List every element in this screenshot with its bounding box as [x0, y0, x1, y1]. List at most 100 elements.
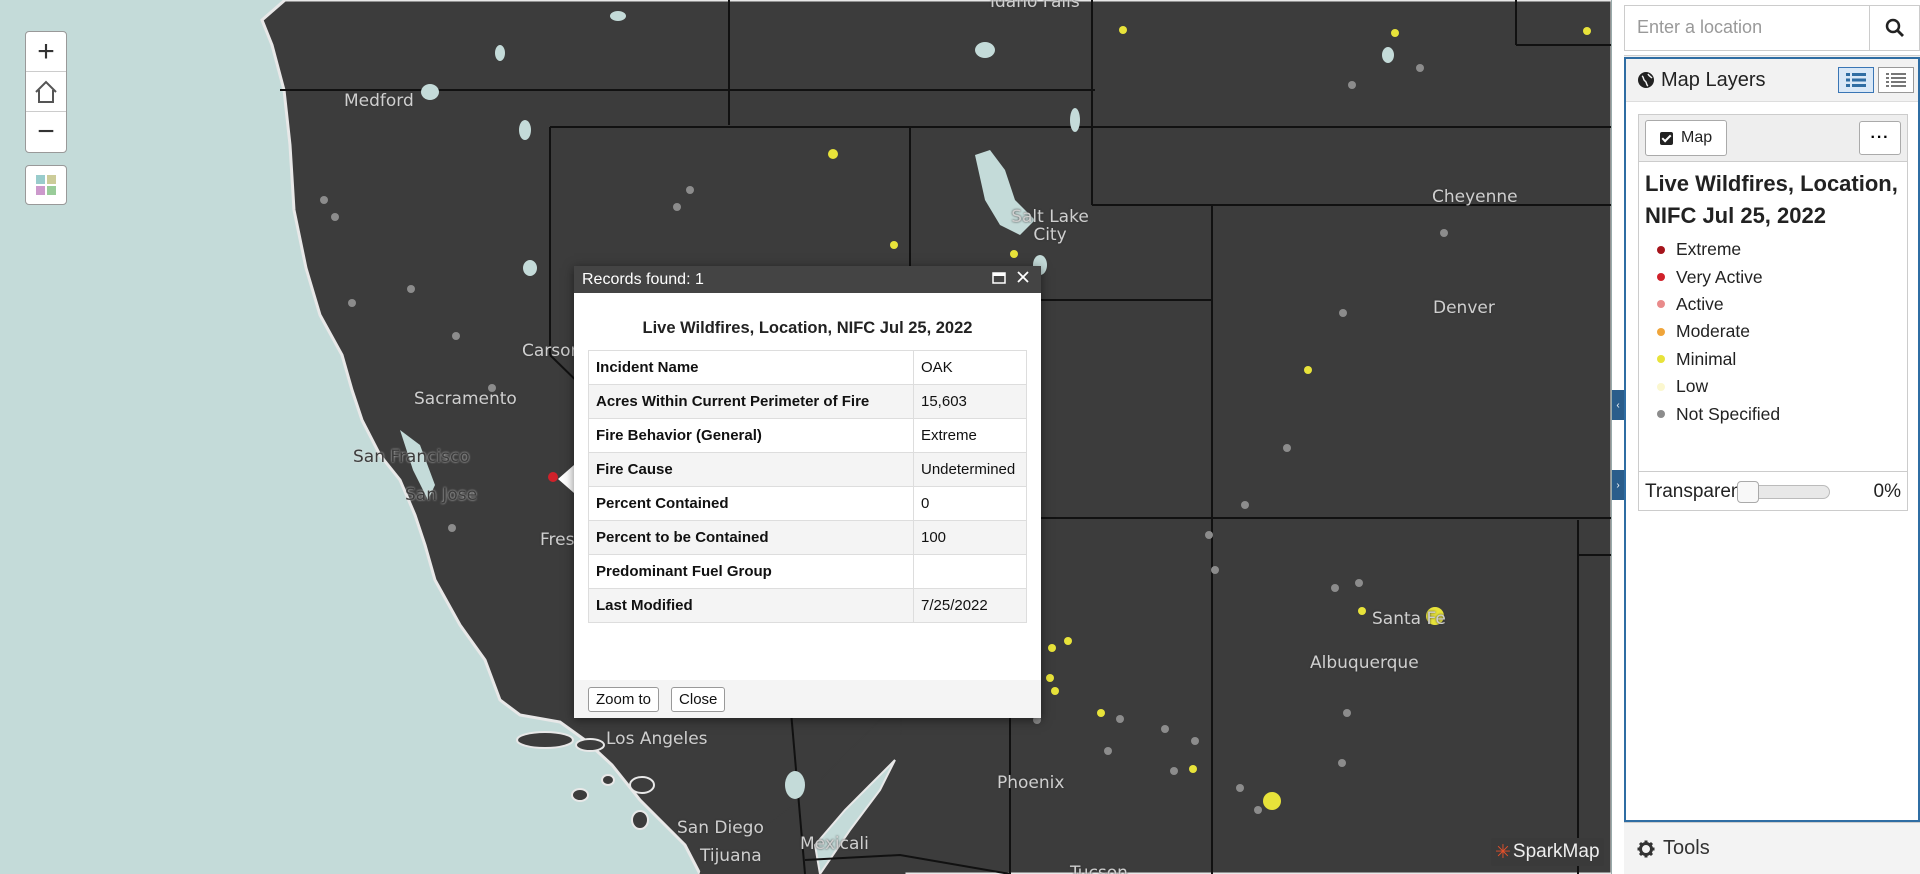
- city-label: Carson: [522, 341, 582, 361]
- checkbox-checked-icon: [1660, 131, 1673, 145]
- gear-icon: [1637, 840, 1655, 857]
- feature-popup: Records found: 1 Live Wildfires, Locatio…: [574, 266, 1041, 718]
- map-toggle-label: Map: [1681, 129, 1713, 146]
- transparency-control: Transparency 0%: [1639, 471, 1907, 511]
- records-found-label: Records found: 1: [582, 270, 704, 288]
- zoom-out-button[interactable]: −: [26, 112, 66, 152]
- expand-panel-tab[interactable]: ›: [1612, 470, 1624, 500]
- compact-view-button[interactable]: [1878, 67, 1914, 93]
- attribute-value: 0: [913, 486, 1027, 521]
- maximize-icon: [992, 271, 1006, 284]
- sparkmap-star-icon: ✳: [1495, 841, 1511, 863]
- city-label: Mexicali: [800, 834, 869, 854]
- zoom-to-button[interactable]: Zoom to: [588, 686, 660, 712]
- city-label: Albuquerque: [1310, 653, 1419, 673]
- map-layers-panel: Map Layers Map ··· Live Wildfires, Locat…: [1624, 57, 1920, 822]
- city-label: Los Angeles: [606, 729, 708, 749]
- popup-heading: Live Wildfires, Location, NIFC Jul 25, 2…: [642, 319, 973, 337]
- legend-label: Active: [1676, 293, 1724, 314]
- transparency-label: Transparency: [1645, 480, 1740, 502]
- table-row: Predominant Fuel Group: [588, 554, 1027, 589]
- collapse-panel-tab[interactable]: ‹: [1612, 390, 1624, 420]
- city-label: Idaho Falls: [990, 0, 1080, 12]
- attribute-value: 15,603: [913, 384, 1027, 419]
- table-row: Incident Name OAK: [588, 350, 1027, 385]
- city-label: Medford: [344, 91, 414, 111]
- legend-swatch: [1657, 410, 1665, 419]
- layer-card-toolbar: Map ···: [1639, 115, 1907, 162]
- city-label: Denver: [1433, 298, 1495, 318]
- app-root: Medford Sacramento San Francisco San Jos…: [0, 0, 1920, 874]
- popup-header: Records found: 1: [574, 266, 1041, 293]
- layer-card: Map ··· Live Wildfires, Location, NIFC J…: [1638, 114, 1908, 511]
- legend-label: Very Active: [1676, 266, 1763, 287]
- attribute-name: Last Modified: [588, 588, 914, 623]
- zoom-in-button[interactable]: +: [26, 32, 66, 72]
- legend-item: Very Active: [1645, 263, 1901, 290]
- more-options-button[interactable]: ···: [1859, 121, 1901, 155]
- legend-item: Minimal: [1645, 346, 1901, 373]
- legend-item: Low: [1645, 373, 1901, 400]
- city-label: San Diego: [677, 818, 764, 838]
- legend-swatch: [1657, 382, 1665, 391]
- city-label: Phoenix: [997, 773, 1065, 793]
- attribute-value: [913, 554, 1027, 589]
- search-icon: [1885, 18, 1904, 37]
- globe-icon: [1638, 72, 1654, 88]
- attribute-value: 100: [913, 520, 1027, 555]
- map-visibility-toggle[interactable]: Map: [1645, 120, 1728, 156]
- map-view[interactable]: Medford Sacramento San Francisco San Jos…: [0, 0, 1612, 874]
- attribute-name: Percent Contained: [588, 486, 914, 521]
- city-label: San Jose: [405, 485, 478, 505]
- attribute-name: Incident Name: [588, 350, 914, 385]
- attribute-name: Percent to be Contained: [588, 520, 914, 555]
- legend-label: Minimal: [1676, 348, 1737, 369]
- legend-item: Active: [1645, 291, 1901, 318]
- attribute-value: Extreme: [913, 418, 1027, 453]
- transparency-slider-handle[interactable]: [1737, 480, 1759, 503]
- maximize-button[interactable]: [989, 271, 1009, 289]
- legend-list: Extreme Very Active Active Moderate Minimal L…: [1639, 236, 1907, 428]
- tools-label: Tools: [1663, 837, 1710, 859]
- transparency-slider[interactable]: [1737, 480, 1830, 503]
- close-button[interactable]: Close: [671, 686, 726, 712]
- attribute-name: Fire Cause: [588, 452, 914, 487]
- attribute-name: Acres Within Current Perimeter of Fire: [588, 384, 914, 419]
- popup-body: Live Wildfires, Location, NIFC Jul 25, 2…: [574, 293, 1041, 623]
- tools-bar[interactable]: Tools: [1624, 822, 1920, 874]
- home-icon: [35, 80, 57, 103]
- city-label: Tucson: [1070, 863, 1128, 874]
- list-detail-icon: [1846, 73, 1866, 87]
- layer-name: Live Wildfires, Location, NIFC Jul 25, 2…: [1645, 171, 1898, 228]
- legend-label: Moderate: [1676, 321, 1750, 342]
- basemap-grid-icon: [36, 175, 56, 195]
- list-icon: [1886, 73, 1906, 87]
- legend-item: Moderate: [1645, 318, 1901, 345]
- popup-close-x[interactable]: [1013, 270, 1033, 289]
- legend-item: Not Specified: [1645, 400, 1901, 427]
- transparency-value: 0%: [1873, 480, 1901, 502]
- legend-label: Low: [1676, 376, 1709, 397]
- legend-swatch: [1657, 273, 1665, 282]
- legend-item: Extreme: [1645, 236, 1901, 263]
- city-label: Santa Fe: [1372, 609, 1446, 629]
- attribute-name: Predominant Fuel Group: [588, 554, 914, 589]
- table-row: Acres Within Current Perimeter of Fire 15…: [588, 384, 1027, 419]
- zoom-control: + −: [25, 31, 67, 153]
- city-label: Sacramento: [414, 389, 517, 409]
- sparkmap-logo-text: SparkMap: [1512, 841, 1600, 862]
- table-row: Fire Behavior (General) Extreme: [588, 418, 1027, 453]
- city-label: Cheyenne: [1432, 187, 1518, 207]
- attribute-value: 7/25/2022: [913, 588, 1027, 623]
- location-search-input[interactable]: [1624, 4, 1870, 51]
- sparkmap-logo: ✳ SparkMap: [1491, 838, 1604, 866]
- basemap-gallery-button[interactable]: [25, 165, 67, 205]
- popup-footer: Zoom to Close: [574, 680, 1041, 718]
- legend-swatch: [1657, 300, 1665, 309]
- search-button[interactable]: [1870, 4, 1920, 51]
- home-button[interactable]: [26, 72, 66, 112]
- close-icon: [1017, 271, 1029, 283]
- attribute-value: OAK: [913, 350, 1027, 385]
- legend-swatch: [1657, 327, 1665, 336]
- detailed-view-button[interactable]: [1838, 67, 1874, 93]
